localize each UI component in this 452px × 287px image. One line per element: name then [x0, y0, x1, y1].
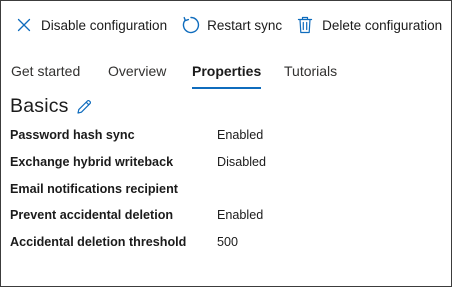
- property-row: Email notifications recipient: [10, 179, 440, 206]
- property-row: Accidental deletion threshold 500: [10, 232, 440, 259]
- trash-icon: [296, 15, 314, 35]
- restart-sync-button[interactable]: Restart sync: [181, 11, 282, 39]
- tab-properties[interactable]: Properties: [192, 59, 262, 89]
- property-row: Password hash sync Enabled: [10, 125, 440, 152]
- disable-configuration-label: Disable configuration: [41, 17, 168, 33]
- disable-configuration-button[interactable]: Disable configuration: [15, 11, 167, 39]
- command-bar: Disable configuration Restart sync Delet…: [1, 11, 442, 39]
- property-label: Exchange hybrid writeback: [10, 154, 174, 169]
- section-header: Basics: [10, 93, 93, 119]
- properties-list: Password hash sync Enabled Exchange hybr…: [10, 125, 440, 259]
- tab-bar: Get started Overview Properties Tutorial…: [1, 59, 451, 89]
- tab-overview[interactable]: Overview: [108, 59, 166, 89]
- properties-panel: Disable configuration Restart sync Delet…: [0, 0, 452, 287]
- restart-sync-label: Restart sync: [207, 17, 283, 33]
- property-value: Enabled: [217, 128, 264, 142]
- tab-tutorials[interactable]: Tutorials: [284, 59, 337, 89]
- section-title: Basics: [10, 94, 69, 117]
- property-label: Email notifications recipient: [10, 181, 178, 196]
- delete-configuration-label: Delete configuration: [322, 17, 443, 33]
- tab-get-started[interactable]: Get started: [11, 59, 80, 89]
- property-label: Password hash sync: [10, 128, 135, 142]
- property-row: Prevent accidental deletion Enabled: [10, 205, 440, 232]
- property-value: Disabled: [217, 154, 267, 169]
- property-value: Enabled: [217, 208, 264, 223]
- close-icon: [15, 16, 33, 34]
- property-row: Exchange hybrid writeback Disabled: [10, 152, 440, 179]
- pencil-icon[interactable]: [75, 98, 93, 116]
- delete-configuration-button[interactable]: Delete configuration: [296, 11, 442, 39]
- property-label: Prevent accidental deletion: [10, 208, 174, 223]
- property-value: 500: [217, 235, 239, 249]
- property-label: Accidental deletion threshold: [10, 235, 187, 249]
- refresh-icon: [181, 15, 201, 35]
